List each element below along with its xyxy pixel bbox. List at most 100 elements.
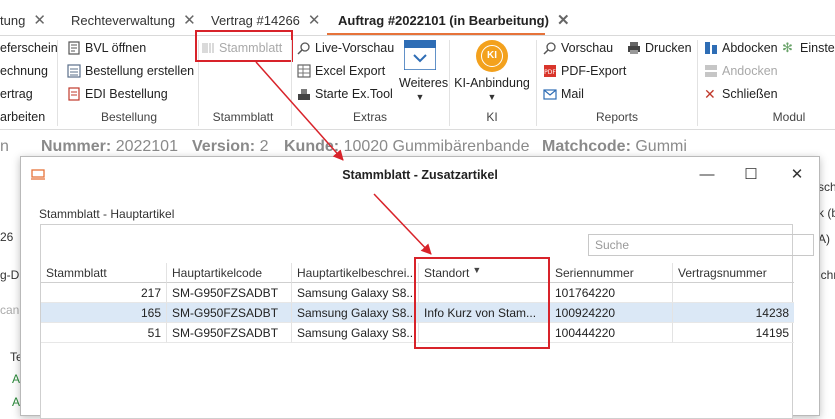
column-header-beschreibung[interactable]: Hauptartikelbeschrei...	[292, 263, 419, 283]
button-label: Mail	[561, 87, 584, 101]
weiteres-button[interactable]: Weiteres ▼	[399, 39, 449, 104]
cell-seriennummer: 100444220	[550, 323, 673, 343]
cell-stammblatt: 51	[41, 323, 167, 343]
maximize-icon[interactable]: ☐	[741, 165, 761, 185]
cell-vertragsnummer: 14195	[673, 323, 794, 343]
close-icon[interactable]: ✕	[787, 165, 807, 185]
button-label: Andocken	[722, 64, 778, 78]
tab-lieferung[interactable]: tung ✕	[0, 11, 46, 29]
value: 2	[259, 138, 269, 155]
excel-export-button[interactable]: Excel Export	[297, 61, 385, 81]
tab-label: Auftrag #2022101 (in Bearbeitung)	[338, 13, 549, 28]
ki-logo-text: KI	[481, 45, 503, 67]
column-header-hauptartikelcode[interactable]: Hauptartikelcode	[167, 263, 292, 283]
close-icon[interactable]: ✕	[308, 12, 321, 29]
vorschau-button[interactable]: Vorschau	[543, 38, 613, 58]
ribbon-rechnung-button[interactable]: echnung	[0, 61, 48, 81]
button-label: Einste	[800, 41, 835, 55]
chevron-down-icon: ▼	[415, 92, 425, 102]
tab-label: Vertrag #14266	[211, 13, 300, 28]
column-header-seriennummer[interactable]: Seriennummer	[550, 263, 673, 283]
chevron-down-icon: ▼	[487, 92, 497, 102]
ribbon-separator	[449, 40, 450, 126]
dock-icon	[704, 64, 718, 78]
header-matchcode-field: Matchcode: Gummi	[542, 138, 687, 156]
button-label: PDF-Export	[561, 64, 627, 78]
button-label: Schließen	[722, 87, 778, 101]
button-label: BVL öffnen	[85, 41, 147, 55]
cell-code: SM-G950FZSADBT	[167, 283, 292, 303]
highlight-box-standort	[414, 257, 550, 349]
cell-vertragsnummer	[673, 283, 794, 303]
group-label-ki: KI	[486, 110, 498, 124]
abdocken-button[interactable]: Abdocken	[704, 38, 778, 58]
bestellung-erstellen-button[interactable]: Bestellung erstellen	[67, 61, 194, 81]
ki-anbindung-button[interactable]: KI KI-Anbindung ▼	[452, 40, 532, 104]
andocken-button[interactable]: Andocken	[704, 61, 778, 81]
column-header-stammblatt[interactable]: Stammblatt	[41, 263, 167, 283]
header-kunde-field: Kunde: 10020 Gummibärenbande	[284, 138, 529, 156]
ki-anbindung-label: KI-Anbindung	[454, 76, 530, 90]
bg-field-fragment: A	[12, 372, 21, 386]
cell-stammblatt: 217	[41, 283, 167, 303]
starte-ex-tool-button[interactable]: Starte Ex.Tool	[297, 84, 393, 104]
search-input[interactable]: Suche	[588, 234, 814, 256]
ribbon-separator	[57, 40, 58, 126]
group-label-extras: Extras	[352, 110, 387, 124]
column-header-vertragsnummer[interactable]: Vertragsnummer	[673, 263, 794, 283]
pdf-icon: PDF	[543, 64, 557, 78]
close-icon[interactable]: ✕	[33, 12, 46, 29]
mail-button[interactable]: Mail	[543, 84, 584, 104]
button-label: Abdocken	[722, 41, 778, 55]
bvl-oeffnen-button[interactable]: BVL öffnen	[67, 38, 146, 58]
ribbon-lieferschein-button[interactable]: eferschein	[0, 38, 58, 58]
group-label-reports: Reports	[595, 110, 639, 124]
tab-rechteverwaltung[interactable]: Rechteverwaltung ✕	[71, 11, 196, 29]
schliessen-button[interactable]: ✕ Schließen	[704, 84, 778, 104]
header-nummer: n	[0, 138, 9, 156]
cell-stammblatt: 165	[41, 303, 167, 323]
value: Gummi	[635, 138, 687, 155]
tab-vertrag[interactable]: Vertrag #14266 ✕	[211, 11, 320, 29]
tab-bar: tung ✕ Rechteverwaltung ✕ Vertrag #14266 ✕ …	[0, 0, 835, 36]
bg-field-fragment: A	[12, 395, 21, 409]
mail-icon	[543, 87, 557, 101]
ribbon-vertrag-button[interactable]: ertrag	[0, 84, 33, 104]
pdf-export-button[interactable]: PDF PDF-Export	[543, 61, 626, 81]
button-label: Live-Vorschau	[315, 41, 395, 55]
label: Version:	[192, 138, 256, 155]
weiteres-label: Weiteres	[399, 76, 449, 90]
close-icon[interactable]: ✕	[183, 12, 196, 29]
bg-field-fragment: 26	[0, 230, 14, 244]
close-icon[interactable]: ✕	[557, 12, 570, 29]
list-icon	[67, 64, 81, 78]
bg-field-fragment: g-D	[0, 268, 20, 282]
bg-field-fragment: k (b	[818, 206, 835, 220]
ribbon-separator	[536, 40, 537, 126]
weiteres-icon	[403, 39, 437, 71]
edi-bestellung-button[interactable]: EDI Bestellung	[67, 84, 168, 104]
tab-auftrag[interactable]: Auftrag #2022101 (in Bearbeitung) ✕	[338, 11, 570, 29]
cell-beschreibung: Samsung Galaxy S8...	[292, 303, 419, 323]
excel-icon	[297, 64, 311, 78]
einstellungen-button[interactable]: ✻ Einste	[782, 38, 835, 58]
ki-logo-icon: KI	[476, 40, 508, 72]
edi-icon	[67, 87, 81, 101]
header-strip-glyph: n	[0, 138, 9, 155]
close-icon: ✕	[704, 85, 716, 102]
group-label-stammblatt: Stammblatt	[212, 110, 274, 124]
tool-icon	[297, 87, 311, 101]
button-label: Excel Export	[315, 64, 386, 78]
minimize-icon[interactable]: —	[697, 165, 717, 185]
magnifier-icon	[297, 41, 311, 55]
drucken-button[interactable]: Drucken	[627, 38, 692, 58]
dialog-titlebar: Stammblatt - Zusatzartikel — ☐ ✕	[21, 157, 819, 193]
button-label: Drucken	[645, 41, 692, 55]
svg-text:PDF: PDF	[544, 69, 556, 76]
cell-code: SM-G950FZSADBT	[167, 303, 292, 323]
live-vorschau-button[interactable]: Live-Vorschau	[297, 38, 394, 58]
tab-label: Rechteverwaltung	[71, 13, 176, 28]
magnifier-icon	[543, 41, 557, 55]
ribbon-divider	[0, 129, 835, 130]
button-label: Bestellung erstellen	[85, 64, 195, 78]
